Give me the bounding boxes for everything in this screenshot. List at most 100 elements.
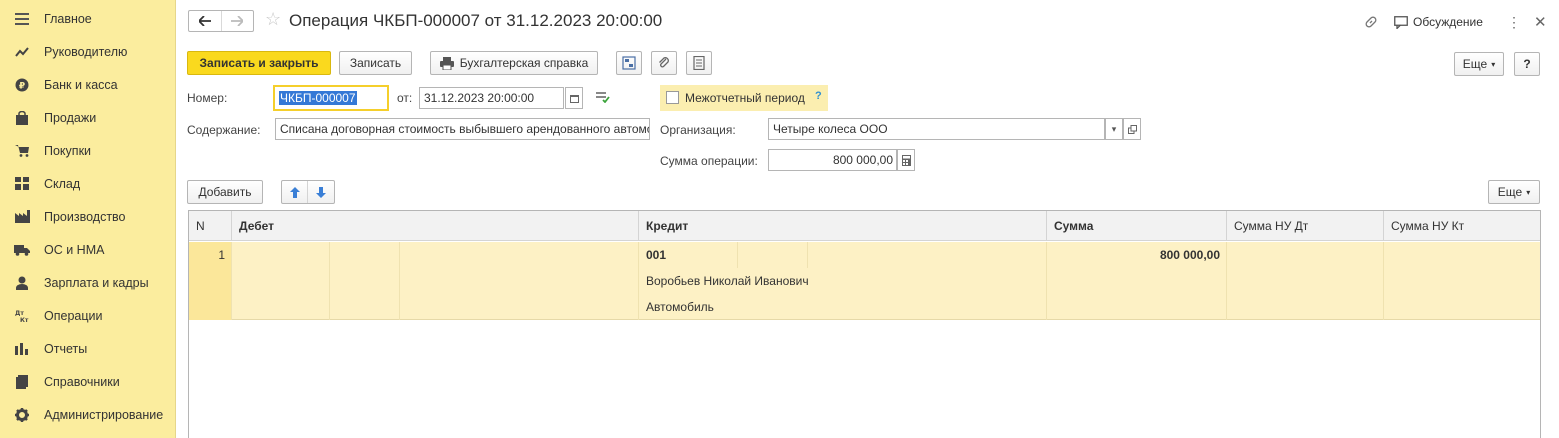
save-button[interactable]: Записать [339, 51, 412, 75]
chevron-down-icon: ▾ [1111, 123, 1117, 134]
structure-icon [622, 56, 636, 70]
debit-account [232, 242, 239, 268]
forward-button[interactable] [220, 11, 253, 31]
calendar-icon [569, 94, 579, 103]
debit-subconto-cell[interactable] [330, 242, 400, 320]
column-header-sum[interactable]: Сумма [1047, 211, 1227, 241]
link-button[interactable] [1364, 12, 1378, 32]
sidebar-item-label: Главное [44, 11, 92, 26]
printer-icon [439, 56, 454, 70]
move-up-button[interactable] [282, 181, 308, 203]
sidebar-item-operations[interactable]: Дт Кт Операции [0, 299, 176, 332]
column-header-n[interactable]: N [189, 211, 232, 241]
debit-subconto-cell[interactable] [400, 242, 639, 320]
help-button[interactable]: ? [1514, 52, 1540, 76]
sidebar-item-sales[interactable]: Продажи [0, 101, 176, 134]
save-and-close-button[interactable]: Записать и закрыть [187, 51, 331, 75]
sidebar-item-label: Справочники [44, 374, 120, 389]
arrow-right-icon [231, 16, 244, 26]
open-icon [1127, 124, 1137, 134]
column-header-debit[interactable]: Дебет [232, 211, 639, 241]
cell-divider [737, 242, 738, 268]
add-button[interactable]: Добавить [187, 180, 263, 204]
number-field[interactable]: ЧКБП-000007 [273, 85, 389, 111]
interperiod-label: Межотчетный период [685, 91, 805, 105]
document-button[interactable] [686, 51, 712, 75]
sum-nu-dt-cell[interactable] [1227, 242, 1384, 320]
accounting-reference-button[interactable]: Бухгалтерская справка [430, 51, 598, 75]
menu-icon [14, 11, 30, 27]
paperclip-icon [659, 57, 669, 68]
svg-text:Кт: Кт [20, 317, 29, 323]
organization-dropdown-button[interactable]: ▾ [1105, 118, 1123, 140]
attach-button[interactable] [651, 51, 677, 75]
sidebar-item-label: Продажи [44, 110, 97, 125]
entries-table[interactable]: N Дебет Кредит Сумма Сумма НУ Дт Сумма Н… [188, 210, 1541, 438]
bag-icon [14, 110, 30, 126]
discussion-button[interactable]: Обсуждение [1394, 12, 1483, 32]
date-value: 31.12.2023 20:00:00 [424, 91, 535, 105]
gear-icon [14, 407, 30, 423]
sidebar-item-warehouse[interactable]: Склад [0, 167, 176, 200]
kebab-menu-icon[interactable]: ⋮ [1507, 12, 1521, 32]
sum-value: 800 000,00 [832, 153, 893, 167]
trend-icon [14, 44, 30, 60]
table-header: N Дебет Кредит Сумма Сумма НУ Дт Сумма Н… [189, 211, 1540, 241]
sidebar: Главное Руководителю ₽ Банк и касса Прод… [0, 0, 176, 438]
date-field[interactable]: 31.12.2023 20:00:00 [419, 87, 564, 109]
document-icon [693, 56, 705, 70]
sidebar-item-label: Операции [44, 308, 103, 323]
sidebar-item-admin[interactable]: Администрирование [0, 398, 176, 431]
move-down-button[interactable] [308, 181, 334, 203]
table-row[interactable]: 1 001 Воробьев Николай Иванович Автомоби… [189, 242, 1540, 320]
arrow-up-icon [289, 186, 300, 198]
sidebar-item-main[interactable]: Главное [0, 2, 176, 35]
column-header-credit[interactable]: Кредит [639, 211, 1047, 241]
favorite-star-icon[interactable]: ☆ [265, 9, 281, 30]
close-icon[interactable]: ✕ [1534, 12, 1547, 32]
sidebar-item-reports[interactable]: Отчеты [0, 332, 176, 365]
discussion-label: Обсуждение [1413, 15, 1483, 29]
column-header-sum-nu-dt[interactable]: Сумма НУ Дт [1227, 211, 1384, 241]
sum-cell[interactable]: 800 000,00 [1047, 242, 1227, 320]
back-button[interactable] [189, 11, 221, 31]
dt-kt-icon: Дт Кт [14, 308, 30, 324]
calculator-button[interactable] [897, 149, 915, 171]
cart-icon [14, 143, 30, 159]
sidebar-item-fixed-assets[interactable]: ОС и НМА [0, 233, 176, 266]
organization-field[interactable]: Четыре колеса ООО [768, 118, 1105, 140]
book-icon [14, 374, 30, 390]
organization-open-button[interactable] [1123, 118, 1141, 140]
arrow-down-icon [316, 186, 326, 198]
interperiod-checkbox[interactable] [666, 91, 679, 104]
content-field[interactable]: Списана договорная стоимость выбывшего а… [275, 118, 650, 140]
help-icon[interactable]: ? [815, 90, 822, 102]
warehouse-icon [14, 176, 30, 192]
sidebar-item-manager[interactable]: Руководителю [0, 35, 176, 68]
calendar-button[interactable] [565, 87, 583, 109]
sidebar-item-label: Склад [44, 176, 81, 191]
sum-field[interactable]: 800 000,00 [768, 149, 897, 171]
row-number: 1 [218, 248, 225, 262]
sum-nu-kt-cell[interactable] [1384, 242, 1542, 320]
accounting-reference-label: Бухгалтерская справка [459, 56, 589, 70]
table-more-button[interactable]: Еще ▾ [1488, 180, 1540, 204]
sidebar-item-label: Банк и касса [44, 77, 118, 92]
column-header-sum-nu-kt[interactable]: Сумма НУ Кт [1384, 211, 1542, 241]
interperiod-checkbox-container[interactable]: Межотчетный период ? [660, 85, 828, 111]
svg-text:₽: ₽ [19, 81, 25, 91]
date-label: от: [397, 91, 413, 105]
sidebar-item-label: Покупки [44, 143, 92, 158]
link-icon [1365, 16, 1377, 28]
list-check-icon[interactable] [596, 91, 610, 106]
sidebar-item-salary[interactable]: Зарплата и кадры [0, 266, 176, 299]
sidebar-item-bank[interactable]: ₽ Банк и касса [0, 68, 176, 101]
structure-button[interactable] [616, 51, 642, 75]
sidebar-item-catalogs[interactable]: Справочники [0, 365, 176, 398]
sidebar-item-purchases[interactable]: Покупки [0, 134, 176, 167]
more-button[interactable]: Еще ▾ [1454, 52, 1504, 76]
sidebar-item-label: Отчеты [44, 341, 88, 356]
debit-account-cell[interactable] [232, 242, 330, 320]
sidebar-item-production[interactable]: Производство [0, 200, 176, 233]
credit-cell[interactable]: 001 Воробьев Николай Иванович Автомобиль [639, 242, 1047, 320]
